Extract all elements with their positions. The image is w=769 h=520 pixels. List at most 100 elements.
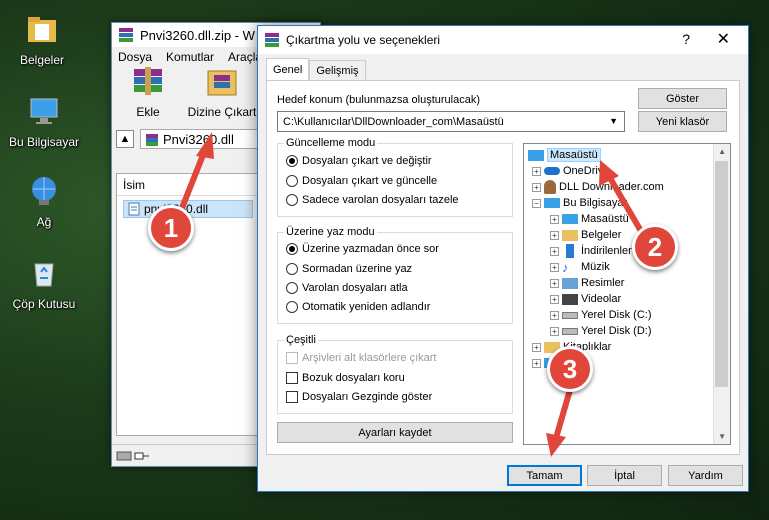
desktop-folder-icon — [528, 149, 544, 161]
checkbox-keep-broken[interactable]: Bozuk dosyaları koru — [286, 372, 405, 384]
dialog-titlebar: Çıkartma yolu ve seçenekleri ? ✕ — [258, 26, 748, 54]
checkbox[interactable] — [286, 391, 298, 403]
radio-button[interactable] — [286, 194, 298, 206]
expand-icon[interactable]: + — [550, 246, 559, 256]
radio-button[interactable] — [286, 175, 298, 187]
radio-extract-replace[interactable]: Dosyaları çıkart ve değiştir — [286, 155, 432, 167]
tree-scrollbar[interactable]: ▲ ▼ — [713, 144, 730, 444]
checkbox-show-in-explorer[interactable]: Dosyaları Gezginde göster — [286, 391, 432, 403]
dialog-tabs: Genel Gelişmiş — [266, 58, 366, 80]
extract-to-button[interactable]: Dizine Çıkart — [186, 65, 258, 119]
expand-icon[interactable]: + — [550, 262, 559, 272]
expand-icon[interactable]: + — [550, 326, 559, 336]
expand-icon[interactable]: + — [550, 294, 559, 304]
download-arrow-icon — [566, 244, 574, 258]
tree-node-videos[interactable]: + Videolar — [550, 291, 621, 307]
extract-to-button-label: Dizine Çıkart — [187, 105, 257, 119]
expand-icon[interactable]: + — [532, 358, 541, 368]
tree-node-desktop-sub[interactable]: + Masaüstü — [550, 211, 629, 227]
expand-icon[interactable]: + — [532, 342, 541, 352]
cloud-icon — [544, 167, 560, 175]
menu-file[interactable]: Dosya — [118, 50, 152, 64]
user-icon — [544, 180, 556, 194]
documents-icon — [562, 229, 578, 241]
desktop-icon-label: Ağ — [36, 215, 52, 229]
scroll-up-icon[interactable]: ▲ — [718, 147, 726, 156]
winrar-app-icon — [119, 28, 133, 42]
tab-advanced[interactable]: Gelişmiş — [309, 60, 366, 80]
radio-button[interactable] — [286, 282, 298, 294]
tree-node-user[interactable]: + DLL Downloader.com — [532, 179, 664, 195]
radio-ask-before[interactable]: Üzerine yazmadan önce sor — [286, 243, 439, 255]
expand-icon[interactable]: + — [550, 278, 559, 288]
extract-folder-icon — [207, 70, 237, 96]
help-icon[interactable]: ? — [682, 31, 690, 47]
menu-commands[interactable]: Komutlar — [166, 50, 214, 64]
pictures-icon — [562, 277, 578, 289]
tree-node-drive-c[interactable]: + Yerel Disk (C:) — [550, 307, 652, 323]
expand-icon[interactable]: + — [550, 310, 559, 320]
winrar-title: Pnvi3260.dll.zip - W — [140, 27, 255, 43]
new-folder-button[interactable]: Yeni klasör — [638, 111, 727, 132]
option-label: Dosyaları çıkart ve değiştir — [302, 155, 432, 167]
radio-skip-existing[interactable]: Varolan dosyaları atla — [286, 282, 408, 294]
checkbox-extract-subfolders: Arşivleri alt klasörlere çıkart — [286, 352, 436, 364]
option-label: Dosyaları Gezginde göster — [302, 391, 433, 403]
overwrite-mode-group: Üzerine yaz modu Üzerine yazmadan önce s… — [277, 226, 513, 324]
save-settings-button[interactable]: Ayarları kaydet — [277, 422, 513, 443]
close-icon[interactable]: ✕ — [717, 29, 730, 49]
expand-icon[interactable]: + — [550, 214, 559, 224]
radio-button[interactable] — [286, 155, 298, 167]
desktop-icon-documents[interactable]: Belgeler — [2, 12, 82, 67]
add-button[interactable]: Ekle — [120, 65, 176, 119]
desktop-icon-this-pc[interactable]: Bu Bilgisayar — [4, 94, 84, 149]
tree-node-label: Müzik — [581, 261, 610, 273]
tree-node-this-pc[interactable]: − Bu Bilgisayar — [532, 195, 627, 211]
show-button[interactable]: Göster — [638, 88, 727, 109]
help-button[interactable]: Yardım — [668, 465, 743, 486]
tree-node-documents[interactable]: + Belgeler — [550, 227, 621, 243]
extraction-dialog: Çıkartma yolu ve seçenekleri ? ✕ Genel G… — [257, 25, 749, 492]
scrollbar-thumb[interactable] — [715, 161, 728, 387]
dialog-title: Çıkartma yolu ve seçenekleri — [286, 33, 441, 47]
desktop-icon-network[interactable]: Ağ — [4, 174, 84, 229]
tree-node-onedrive[interactable]: + OneDrive — [532, 163, 609, 179]
tree-node-pictures[interactable]: + Resimler — [550, 275, 624, 291]
tab-general[interactable]: Genel — [266, 58, 310, 80]
tree-node-drive-d[interactable]: + Yerel Disk (D:) — [550, 323, 652, 339]
option-label: Arşivleri alt klasörlere çıkart — [302, 352, 437, 364]
tree-node-label: Belgeler — [581, 229, 622, 241]
expand-icon[interactable]: + — [532, 166, 541, 176]
radio-extract-update[interactable]: Dosyaları çıkart ve güncelle — [286, 175, 437, 187]
scroll-down-icon[interactable]: ▼ — [718, 432, 726, 441]
tree-node-music[interactable]: + ♪ Müzik — [550, 259, 610, 275]
collapse-icon[interactable]: − — [532, 198, 541, 208]
expand-icon[interactable]: + — [532, 182, 541, 192]
desktop-icon-label: Belgeler — [19, 53, 65, 67]
folder-icon — [28, 17, 56, 42]
radio-button[interactable] — [286, 243, 298, 255]
checkbox[interactable] — [286, 372, 298, 384]
up-folder-button[interactable]: ▲ — [116, 130, 134, 148]
radio-button[interactable] — [286, 301, 298, 313]
expand-icon[interactable]: + — [550, 230, 559, 240]
add-button-label: Ekle — [136, 105, 160, 119]
chevron-down-icon[interactable]: ▼ — [609, 116, 618, 126]
radio-button[interactable] — [286, 263, 298, 275]
radio-fresh-existing[interactable]: Sadece varolan dosyaları tazele — [286, 194, 459, 206]
step-callout-2: 2 — [632, 224, 678, 270]
tree-node-desktop[interactable]: Masaüstü — [528, 147, 601, 163]
folder-tree[interactable]: Masaüstü + OneDrive + DLL Downloader.com… — [523, 143, 731, 445]
destination-path-combo[interactable]: C:\Kullanıcılar\DllDownloader_com\Masaüs… — [277, 111, 625, 132]
recycle-bin-icon — [34, 263, 54, 287]
drive-icon — [562, 327, 578, 335]
film-icon — [562, 293, 578, 305]
update-mode-group: Güncelleme modu Dosyaları çıkart ve deği… — [277, 137, 513, 217]
cancel-button[interactable]: İptal — [587, 465, 662, 486]
ok-button[interactable]: Tamam — [507, 465, 582, 486]
tree-node-downloads[interactable]: + İndirilenler — [550, 243, 632, 259]
radio-overwrite-without-prompt[interactable]: Sormadan üzerine yaz — [286, 263, 412, 275]
radio-auto-rename[interactable]: Otomatik yeniden adlandır — [286, 301, 430, 313]
desktop-icon-recycle-bin[interactable]: Çöp Kutusu — [4, 256, 84, 311]
archive-books-icon — [134, 67, 162, 95]
